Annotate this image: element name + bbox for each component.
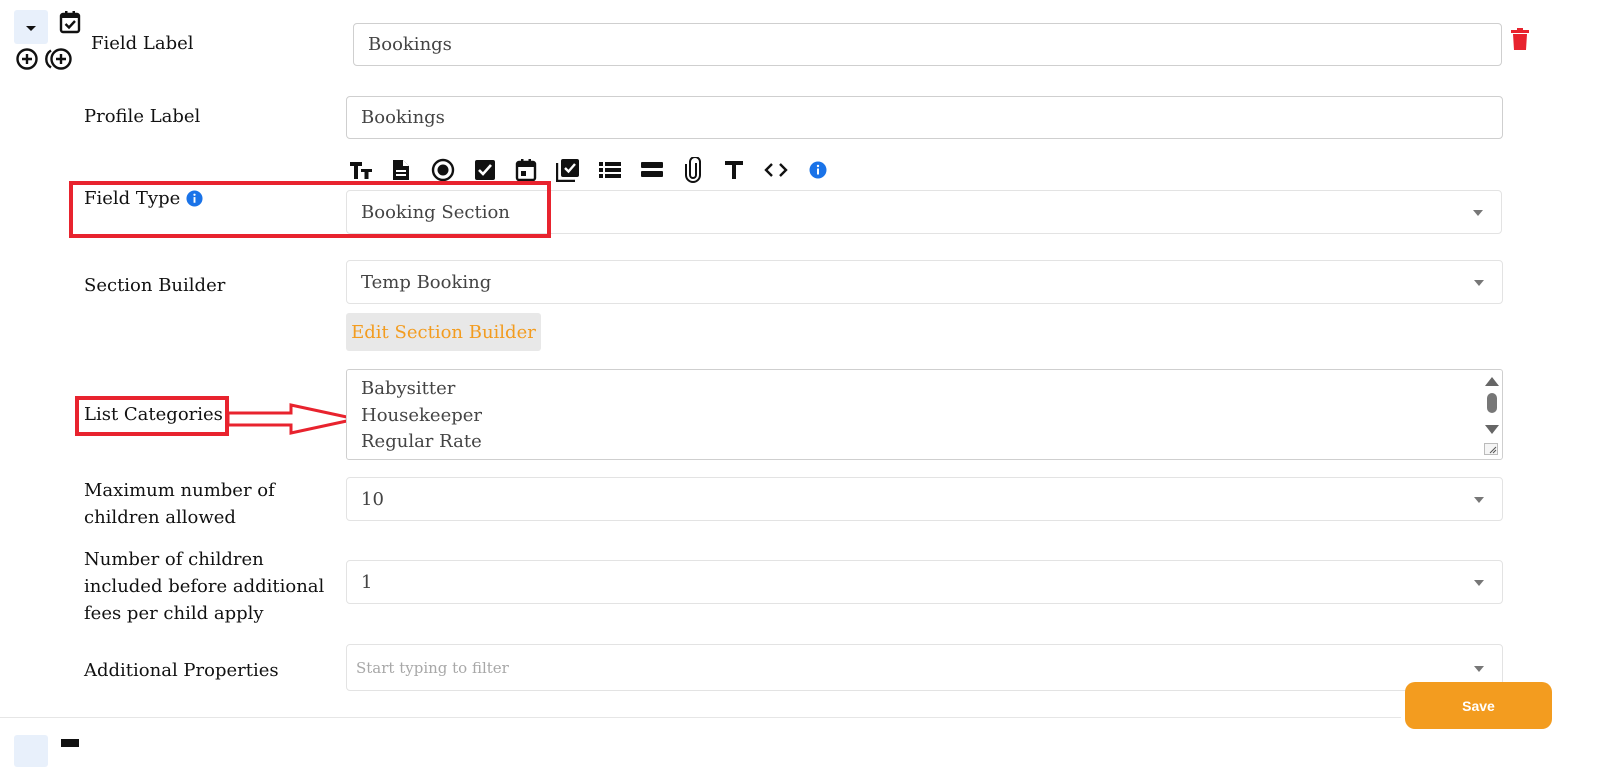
list-item: Housekeeper bbox=[361, 404, 483, 426]
text-size-icon[interactable] bbox=[348, 158, 374, 182]
max-children-label-line: Maximum number of bbox=[84, 480, 275, 501]
children-included-label-line: included before additional bbox=[84, 576, 325, 597]
max-children-label: Maximum number of children allowed bbox=[84, 477, 275, 531]
max-children-select[interactable]: 10 bbox=[346, 477, 1503, 521]
list-categories-textarea[interactable]: Babysitter Housekeeper Regular Rate bbox=[346, 369, 1503, 460]
calendar-check-icon bbox=[59, 10, 81, 38]
additional-properties-label: Additional Properties bbox=[84, 660, 279, 681]
chevron-down-icon bbox=[1474, 665, 1484, 672]
save-button[interactable]: Save bbox=[1405, 682, 1552, 729]
next-field-icon bbox=[61, 739, 79, 747]
additional-properties-placeholder: Start typing to filter bbox=[356, 658, 509, 677]
children-included-select[interactable]: 1 bbox=[346, 560, 1503, 604]
add-nested-field-button[interactable] bbox=[44, 47, 74, 75]
delete-field-button[interactable] bbox=[1510, 28, 1530, 56]
checkbox-icon[interactable] bbox=[472, 158, 498, 182]
edit-section-builder-button[interactable]: Edit Section Builder bbox=[346, 313, 541, 351]
field-type-annotation-box bbox=[69, 181, 551, 238]
annotation-arrow bbox=[226, 402, 359, 440]
chevron-down-icon bbox=[1474, 280, 1484, 286]
chevron-down-icon bbox=[1474, 497, 1484, 503]
profile-label-input[interactable]: Bookings bbox=[346, 96, 1503, 139]
scrollbar[interactable] bbox=[1484, 373, 1500, 457]
scroll-down-icon[interactable] bbox=[1485, 425, 1499, 434]
attachment-icon[interactable] bbox=[680, 157, 706, 183]
add-field-button[interactable] bbox=[15, 47, 39, 75]
list-item: Regular Rate bbox=[361, 431, 482, 452]
section-builder-select[interactable]: Temp Booking bbox=[346, 260, 1503, 304]
additional-properties-input[interactable]: Start typing to filter bbox=[346, 644, 1503, 691]
profile-label-value: Bookings bbox=[361, 107, 445, 128]
field-label-input[interactable]: Bookings bbox=[353, 23, 1502, 66]
multi-checkbox-icon[interactable] bbox=[555, 158, 581, 182]
divider bbox=[0, 717, 1401, 718]
trash-icon bbox=[1511, 28, 1529, 50]
chevron-down-icon bbox=[26, 26, 36, 31]
resize-handle-icon[interactable] bbox=[1484, 443, 1498, 455]
section-icon[interactable] bbox=[639, 158, 665, 182]
children-included-value: 1 bbox=[361, 571, 373, 593]
next-field-toggle[interactable] bbox=[14, 735, 48, 767]
radio-icon[interactable] bbox=[430, 158, 456, 182]
field-label-value: Bookings bbox=[368, 34, 452, 55]
section-builder-value: Temp Booking bbox=[361, 271, 492, 293]
calendar-icon[interactable] bbox=[513, 158, 539, 182]
list-categories-annotation-box bbox=[75, 396, 229, 436]
field-label-label: Field Label bbox=[91, 33, 194, 54]
profile-label-label: Profile Label bbox=[84, 106, 201, 127]
children-included-label-line: Number of children bbox=[84, 549, 264, 570]
document-icon[interactable] bbox=[388, 158, 414, 182]
text-icon[interactable] bbox=[721, 158, 747, 182]
children-included-label-line: fees per child apply bbox=[84, 603, 264, 624]
list-item: Babysitter bbox=[361, 378, 456, 399]
plus-circle-nested-icon bbox=[45, 48, 72, 70]
chevron-down-icon bbox=[1473, 210, 1483, 216]
max-children-value: 10 bbox=[361, 488, 384, 510]
info-icon[interactable] bbox=[805, 158, 831, 182]
collapse-toggle-button[interactable] bbox=[14, 10, 48, 44]
list-icon[interactable] bbox=[597, 158, 623, 182]
scrollbar-thumb[interactable] bbox=[1487, 393, 1497, 413]
chevron-down-icon bbox=[1474, 580, 1484, 586]
scroll-up-icon[interactable] bbox=[1485, 377, 1499, 386]
max-children-label-line: children allowed bbox=[84, 507, 236, 528]
code-icon[interactable] bbox=[763, 158, 789, 182]
section-builder-label: Section Builder bbox=[84, 275, 226, 296]
plus-circle-icon bbox=[16, 48, 38, 70]
children-included-label: Number of children included before addit… bbox=[84, 546, 324, 627]
